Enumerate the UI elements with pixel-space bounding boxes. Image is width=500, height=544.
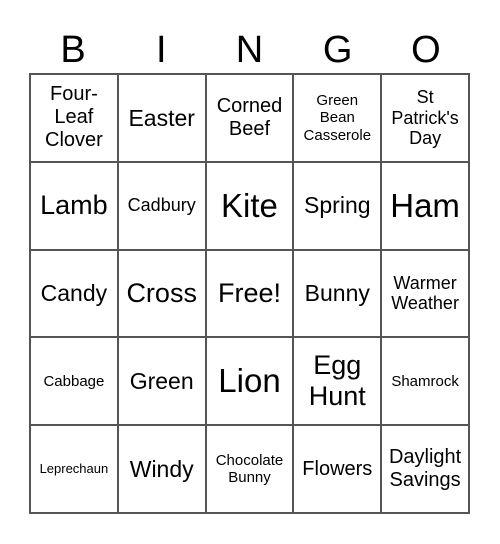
header-letter-g: G [322,29,353,71]
cell-label: Bunny [304,280,370,307]
cell-label: Kite [221,186,278,224]
header-letter-b: B [60,29,86,71]
bingo-cell[interactable]: Windy [117,425,206,513]
cell-label: Corned Beef [216,94,283,140]
bingo-cell[interactable]: Egg Hunt [293,337,382,426]
bingo-cell[interactable]: Leprechaun [30,425,118,513]
bingo-cell[interactable]: Flowers [293,425,382,513]
bingo-header: B I N G O [29,26,470,74]
bingo-cell[interactable]: Lion [205,337,294,426]
cell-label: Free! [217,277,281,308]
bingo-cell[interactable]: Cabbage [30,337,118,426]
bingo-cell[interactable]: Four- Leaf Clover [30,74,118,162]
bingo-cell[interactable]: Cadbury [117,161,206,250]
cell-label: Warmer Weather [391,272,459,314]
bingo-cell[interactable]: Candy [30,249,118,338]
cell-label: Lamb [40,190,108,221]
cell-label: Green Bean Casserole [303,92,372,144]
free-space-cell[interactable]: Free! [205,249,294,338]
bingo-cell[interactable]: Ham [381,161,469,250]
header-letter-o: O [411,29,441,71]
cell-label: Easter [128,104,195,131]
bingo-cell[interactable]: St Patrick's Day [381,74,469,162]
cell-label: Leprechaun [39,460,109,476]
header-letter-n: N [235,29,264,71]
cell-label: Windy [129,455,194,482]
cell-label: Spring [304,192,371,219]
bingo-cell[interactable]: Chocolate Bunny [205,425,294,513]
bingo-cell[interactable]: Kite [205,161,294,250]
bingo-cell[interactable]: Shamrock [381,337,469,426]
cell-label: Egg Hunt [308,350,366,412]
cell-label: Four- Leaf Clover [45,83,103,152]
bingo-grid: Four- Leaf Clover Easter Corned Beef Green … [29,73,470,514]
bingo-cell[interactable]: Warmer Weather [381,249,469,338]
cell-label: Daylight Savings [388,446,462,492]
cell-label: Cadbury [127,195,196,216]
bingo-cell[interactable]: Lamb [30,161,118,250]
cell-label: Ham [390,186,460,224]
bingo-cell[interactable]: Cross [117,249,206,338]
bingo-cell[interactable]: Green Bean Casserole [293,74,382,162]
bingo-cell[interactable]: Spring [293,161,382,250]
cell-label: St Patrick's Day [391,86,459,149]
bingo-cell[interactable]: Green [117,337,206,426]
bingo-cell[interactable]: Daylight Savings [381,425,469,513]
cell-label: Candy [40,280,108,307]
cell-label: Green [129,368,194,395]
bingo-cell[interactable]: Corned Beef [205,74,294,162]
cell-label: Flowers [302,457,373,480]
header-letter-i: I [156,29,167,71]
cell-label: Cabbage [43,372,105,390]
bingo-cell[interactable]: Easter [117,74,206,162]
cell-label: Lion [218,362,281,400]
cell-label: Chocolate Bunny [215,451,284,487]
bingo-cell[interactable]: Bunny [293,249,382,338]
cell-label: Shamrock [391,372,459,390]
cell-label: Cross [126,277,197,308]
